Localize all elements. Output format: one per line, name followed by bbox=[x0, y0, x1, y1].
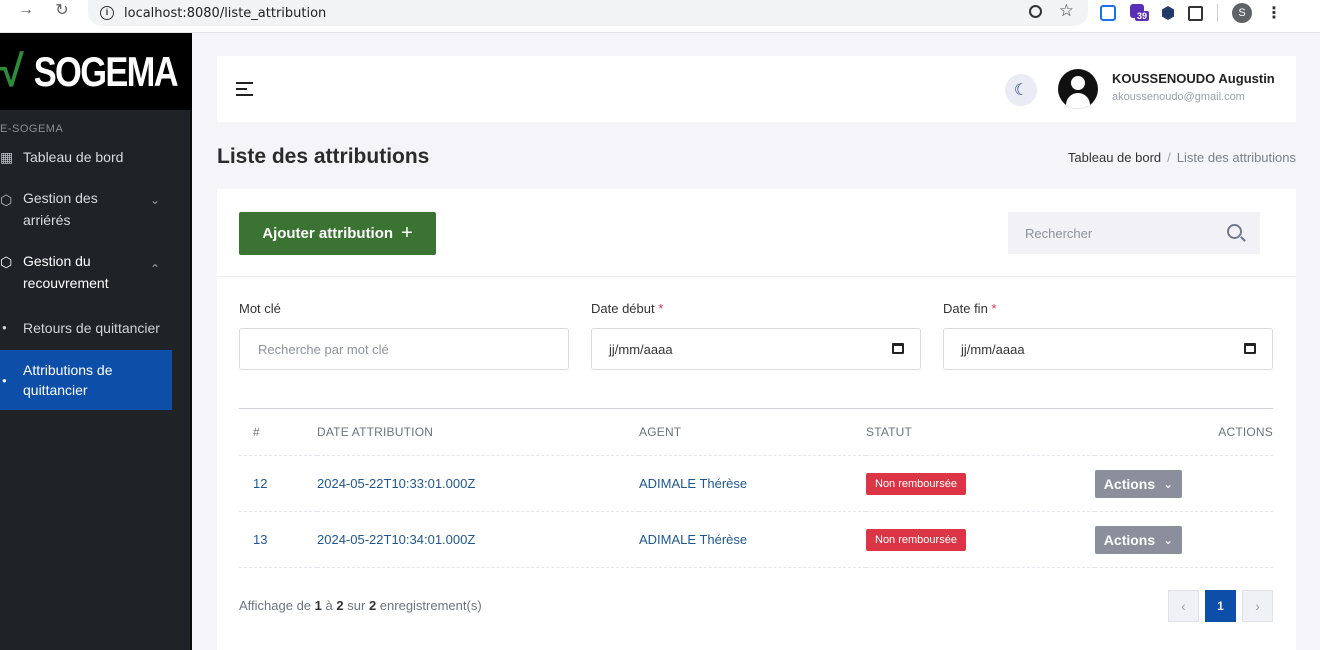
cell-date: 2024-05-22T10:34:01.000Z bbox=[317, 511, 639, 568]
card-toolbar: Ajouter attribution + bbox=[217, 189, 1296, 277]
divider bbox=[1217, 4, 1218, 22]
actions-dropdown-button[interactable]: Actions ⌄ bbox=[1095, 525, 1182, 554]
sidebar-subitem-label: Retours de quittancier bbox=[23, 320, 160, 336]
add-attribution-button[interactable]: Ajouter attribution + bbox=[239, 212, 436, 255]
breadcrumb-separator: / bbox=[1167, 150, 1171, 165]
cell-actions: Actions ⌄ bbox=[1095, 511, 1273, 568]
top-header: ☾ KOUSSENOUDO Augustin akoussenoudo@gmai… bbox=[217, 56, 1296, 122]
cell-status: Non remboursée bbox=[866, 455, 1095, 512]
user-email: akoussenoudo@gmail.com bbox=[1112, 91, 1245, 103]
status-badge: Non remboursée bbox=[866, 472, 966, 495]
next-page-icon[interactable]: › bbox=[1242, 590, 1273, 622]
sidebar-item-label: Gestion du recouvrement bbox=[23, 253, 109, 291]
page-button[interactable]: 1 bbox=[1205, 590, 1236, 622]
cell-agent: ADIMALE Thérèse bbox=[639, 455, 866, 512]
calendar-icon[interactable] bbox=[1244, 343, 1256, 354]
bookmark-star-icon[interactable]: ☆ bbox=[1059, 1, 1074, 21]
logo-mark-icon: √ bbox=[0, 46, 24, 96]
sidebar-caption: E-SOGEMA bbox=[0, 123, 64, 135]
zoom-icon[interactable] bbox=[1029, 5, 1042, 18]
chevron-down-icon: ⌄ bbox=[1163, 476, 1174, 491]
browser-menu-icon[interactable]: ⋮ bbox=[1266, 3, 1282, 23]
pagination: ‹ 1 › bbox=[1168, 590, 1273, 622]
cube-icon: ⬡ bbox=[0, 254, 13, 270]
logo-text: SOGEMA bbox=[33, 47, 178, 95]
sidebar-item-arrears[interactable]: ⬡ Gestion des arriérés ⌄ bbox=[0, 187, 190, 231]
start-date-label: Date début * bbox=[591, 301, 664, 316]
logo[interactable]: √ SOGEMA bbox=[0, 33, 192, 110]
keyword-label: Mot clé bbox=[239, 301, 281, 316]
attributions-card: Ajouter attribution + Mot clé Recherche … bbox=[217, 189, 1296, 650]
plus-icon: + bbox=[401, 222, 413, 244]
search-box bbox=[1008, 212, 1260, 254]
cell-id: 13 bbox=[239, 511, 317, 568]
menu-toggle-icon[interactable] bbox=[236, 82, 253, 100]
column-header-date: DATE ATTRIBUTION bbox=[317, 408, 639, 456]
column-header-actions: ACTIONS bbox=[1095, 408, 1273, 456]
bullet-icon: ● bbox=[2, 323, 7, 332]
url-text: localhost:8080/liste_attribution bbox=[124, 5, 327, 21]
extension-badge-count: 39 bbox=[1135, 11, 1150, 21]
cell-id: 12 bbox=[239, 455, 317, 512]
reload-icon[interactable]: ↻ bbox=[52, 0, 72, 20]
breadcrumb-current: Liste des attributions bbox=[1176, 150, 1296, 165]
sidebar-item-label: Gestion des arriérés bbox=[23, 190, 98, 228]
extensions-puzzle-icon[interactable] bbox=[1188, 5, 1203, 21]
previous-page-icon[interactable]: ‹ bbox=[1168, 590, 1199, 622]
grid-icon: ▦ bbox=[0, 149, 14, 165]
sidebar-subitem-attributions[interactable]: ● Attributions de quittancier bbox=[0, 350, 172, 410]
extension-badge-icon[interactable]: 39 bbox=[1130, 4, 1150, 22]
browser-toolbar: → ↻ i localhost:8080/liste_attribution ☆… bbox=[0, 0, 1320, 33]
end-date-label: Date fin * bbox=[943, 301, 997, 316]
user-name[interactable]: KOUSSENOUDO Augustin bbox=[1112, 71, 1275, 86]
status-badge: Non remboursée bbox=[866, 528, 966, 551]
pagination-info: Affichage de 1 à 2 sur 2 enregistrement(… bbox=[239, 598, 482, 613]
calendar-icon[interactable] bbox=[892, 343, 904, 354]
table-row: 12 2024-05-22T10:33:01.000Z ADIMALE Thér… bbox=[239, 455, 1273, 512]
cell-agent: ADIMALE Thérèse bbox=[639, 511, 866, 568]
extension-hex-icon[interactable] bbox=[1162, 6, 1174, 20]
cell-actions: Actions ⌄ bbox=[1095, 455, 1273, 512]
bullet-icon: ● bbox=[2, 375, 7, 385]
sidebar-subitem-label: Attributions de quittancier bbox=[23, 362, 113, 398]
search-input[interactable] bbox=[1025, 225, 1215, 241]
address-bar[interactable]: i localhost:8080/liste_attribution ☆ bbox=[88, 0, 1088, 26]
sidebar: √ SOGEMA E-SOGEMA ▦ Tableau de bord ⬡ Ge… bbox=[0, 33, 192, 650]
chevron-down-icon: ⌄ bbox=[149, 193, 160, 207]
column-header-id: # bbox=[239, 408, 317, 456]
end-date-input[interactable]: jj/mm/aaaa bbox=[943, 328, 1273, 370]
breadcrumb-home[interactable]: Tableau de bord bbox=[1068, 150, 1161, 165]
cell-status: Non remboursée bbox=[866, 511, 1095, 568]
extension-sync-icon[interactable] bbox=[1100, 5, 1116, 21]
start-date-input[interactable]: jj/mm/aaaa bbox=[591, 328, 921, 370]
attributions-table: # DATE ATTRIBUTION AGENT STATUT ACTIONS … bbox=[239, 408, 1273, 568]
cell-date: 2024-05-22T10:33:01.000Z bbox=[317, 455, 639, 512]
sidebar-item-label: Tableau de bord bbox=[23, 149, 124, 165]
keyword-input[interactable]: Recherche par mot clé bbox=[239, 328, 569, 370]
search-icon[interactable] bbox=[1227, 224, 1242, 239]
avatar[interactable] bbox=[1058, 69, 1098, 109]
profile-avatar[interactable]: S bbox=[1232, 3, 1252, 23]
breadcrumb: Tableau de bord / Liste des attributions bbox=[1068, 150, 1296, 165]
cube-icon: ⬡ bbox=[0, 192, 13, 208]
column-header-agent: AGENT bbox=[639, 408, 866, 456]
page-title: Liste des attributions bbox=[217, 145, 430, 168]
sidebar-subitem-returns[interactable]: ● Retours de quittancier bbox=[0, 318, 190, 338]
column-header-status: STATUT bbox=[866, 408, 1095, 456]
sidebar-item-dashboard[interactable]: ▦ Tableau de bord bbox=[0, 146, 190, 168]
chevron-down-icon: ⌄ bbox=[1163, 532, 1174, 547]
sidebar-item-recovery[interactable]: ⬡ Gestion du recouvrement ⌃ bbox=[0, 250, 190, 294]
dark-mode-toggle-icon[interactable]: ☾ bbox=[1005, 74, 1037, 106]
forward-icon[interactable]: → bbox=[16, 0, 36, 20]
actions-dropdown-button[interactable]: Actions ⌄ bbox=[1095, 469, 1182, 498]
table-row: 13 2024-05-22T10:34:01.000Z ADIMALE Thér… bbox=[239, 511, 1273, 568]
chevron-up-icon: ⌃ bbox=[149, 262, 160, 276]
site-info-icon[interactable]: i bbox=[100, 6, 114, 20]
table-header-row: # DATE ATTRIBUTION AGENT STATUT ACTIONS bbox=[239, 408, 1273, 456]
